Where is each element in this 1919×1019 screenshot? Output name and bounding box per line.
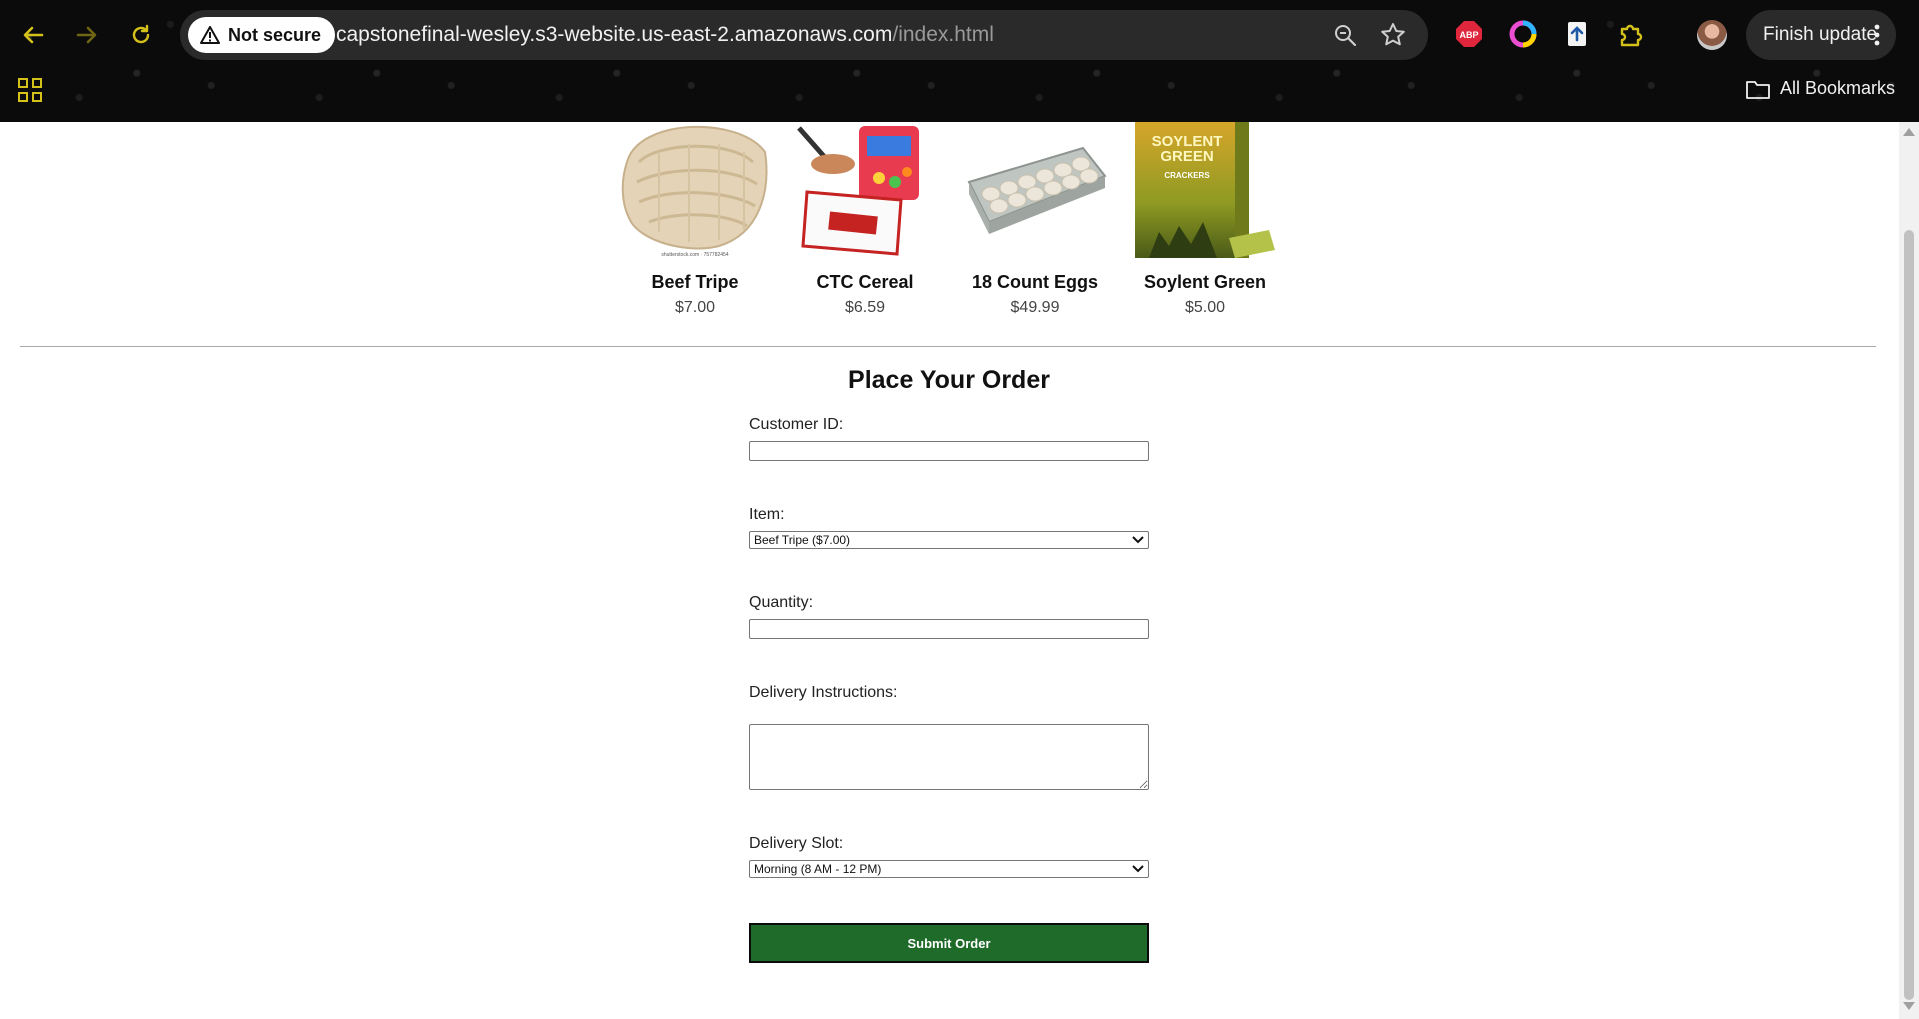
soylent-sub: CRACKERS — [1164, 171, 1210, 180]
scroll-up-arrow[interactable] — [1903, 128, 1915, 136]
back-button[interactable] — [16, 18, 50, 52]
browser-toolbar: Not secure capstonefinal-wesley.s3-websi… — [0, 0, 1919, 122]
beef-tripe-image: shutterstock.com · 757782454 — [619, 122, 771, 258]
order-form: Place Your Order Customer ID: Item: Beef… — [749, 366, 1149, 963]
bookmark-star-icon[interactable] — [1380, 22, 1406, 48]
url-host: capstonefinal-wesley.s3-website.us-east-… — [336, 23, 893, 46]
product-card: shutterstock.com · 757782454 Beef Tripe … — [610, 122, 780, 317]
page-scrollbar[interactable] — [1899, 122, 1919, 1019]
item-label: Item: — [749, 506, 785, 523]
security-label: Not secure — [228, 24, 322, 45]
item-select[interactable]: Beef Tripe ($7.00) — [749, 531, 1149, 549]
apps-grid-icon[interactable] — [18, 78, 42, 102]
chevron-down-icon — [1132, 865, 1144, 873]
all-bookmarks-button[interactable]: All Bookmarks — [1746, 78, 1895, 99]
delivery-slot-select[interactable]: Morning (8 AM - 12 PM) — [749, 860, 1149, 878]
finish-update-label: Finish update — [1763, 24, 1878, 45]
zoom-icon[interactable] — [1332, 22, 1358, 48]
product-price: $5.00 — [1184, 299, 1226, 316]
item-selected-value: Beef Tripe ($7.00) — [754, 533, 851, 547]
product-price: $6.59 — [844, 299, 886, 316]
page-viewport: shutterstock.com · 757782454 Beef Tripe … — [0, 122, 1899, 1019]
url-path: /index.html — [892, 23, 994, 46]
soylent-brand: SOYLENT GREEN — [1151, 133, 1223, 165]
eggs-carton-image — [959, 122, 1111, 258]
reload-icon — [132, 24, 150, 44]
soylent-box-text: SOYLENT GREEN CRACKERS — [1147, 134, 1227, 183]
adblock-plus-icon[interactable]: ABP — [1455, 20, 1483, 48]
kebab-menu-icon — [1874, 24, 1880, 46]
warning-triangle-icon — [200, 26, 220, 44]
finish-update-button[interactable]: Finish update — [1746, 10, 1896, 60]
product-name: 18 Count Eggs — [971, 272, 1098, 292]
reload-button[interactable] — [124, 18, 158, 52]
chevron-down-icon — [1132, 536, 1144, 544]
address-bar[interactable]: Not secure capstonefinal-wesley.s3-websi… — [180, 10, 1428, 60]
security-indicator[interactable]: Not secure — [188, 17, 336, 53]
scroll-down-arrow[interactable] — [1903, 1002, 1915, 1010]
customer-id-label: Customer ID: — [749, 416, 844, 433]
folder-icon — [1746, 80, 1770, 99]
product-card: 18 Count Eggs $49.99 — [950, 122, 1120, 317]
product-price: $7.00 — [674, 299, 716, 316]
product-name: Beef Tripe — [651, 272, 739, 292]
scroll-thumb[interactable] — [1904, 230, 1914, 1000]
puzzle-extension-icon[interactable] — [1617, 20, 1645, 48]
back-arrow-icon — [23, 26, 44, 44]
submit-order-button[interactable]: Submit Order — [749, 923, 1149, 963]
customer-id-input[interactable] — [749, 441, 1149, 461]
upload-extension-icon[interactable] — [1563, 20, 1591, 48]
quantity-input[interactable] — [749, 619, 1149, 639]
delivery-slot-label: Delivery Slot: — [749, 835, 844, 852]
product-name: Soylent Green — [1143, 272, 1267, 292]
product-name: CTC Cereal — [816, 272, 914, 292]
forward-button[interactable] — [70, 18, 104, 52]
color-picker-icon[interactable] — [1509, 20, 1537, 48]
profile-avatar[interactable] — [1697, 20, 1727, 50]
bookmarks-bar: All Bookmarks — [0, 70, 1919, 110]
soylent-green-image: SOYLENT GREEN CRACKERS — [1129, 122, 1281, 258]
delivery-instructions-textarea[interactable] — [749, 724, 1149, 790]
slot-selected-value: Morning (8 AM - 12 PM) — [754, 862, 882, 876]
ctc-cereal-image — [789, 122, 941, 258]
url-text[interactable]: capstonefinal-wesley.s3-website.us-east-… — [336, 10, 994, 60]
product-card: SOYLENT GREEN CRACKERS Soylent Green $5.… — [1120, 122, 1290, 317]
quantity-label: Quantity: — [749, 594, 814, 611]
section-divider — [20, 346, 1876, 347]
abp-text: ABP — [1459, 30, 1478, 40]
image-caption: shutterstock.com · 757782454 — [661, 252, 729, 258]
product-grid: shutterstock.com · 757782454 Beef Tripe … — [610, 122, 1290, 322]
all-bookmarks-label: All Bookmarks — [1779, 78, 1895, 98]
forward-arrow-icon — [76, 26, 97, 44]
form-title: Place Your Order — [848, 366, 1050, 394]
product-card: CTC Cereal $6.59 — [780, 122, 950, 317]
product-price: $49.99 — [1010, 299, 1060, 316]
delivery-instructions-label: Delivery Instructions: — [749, 684, 898, 701]
